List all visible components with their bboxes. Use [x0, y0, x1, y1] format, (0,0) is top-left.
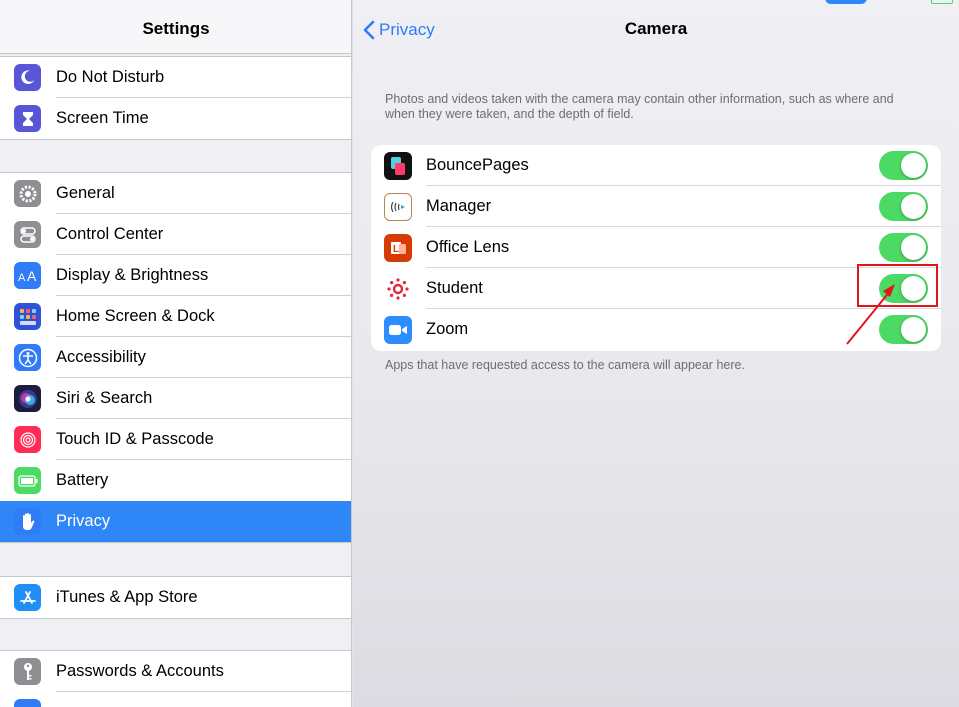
sidebar-item-battery[interactable]: Battery [0, 460, 351, 501]
mail-icon [14, 699, 41, 707]
sidebar-item-label: Do Not Disturb [56, 68, 165, 86]
list-item-office-lens: L Office Lens [371, 227, 941, 268]
fingerprint-icon [14, 426, 41, 453]
text-size-icon: AA [14, 262, 41, 289]
toggle-knob [901, 194, 926, 219]
sidebar-item-itunes-app-store[interactable]: iTunes & App Store [0, 577, 351, 618]
hourglass-icon [14, 105, 41, 132]
camera-info-note: Photos and videos taken with the camera … [385, 92, 894, 121]
sidebar-item-passwords-accounts[interactable]: Passwords & Accounts [0, 651, 351, 692]
sidebar-item-home-screen-dock[interactable]: Home Screen & Dock [0, 296, 351, 337]
status-indicator [825, 0, 867, 4]
sidebar-item-label: iTunes & App Store [56, 588, 198, 606]
app-store-icon [14, 584, 41, 611]
sidebar-item-touch-id-passcode[interactable]: Touch ID & Passcode [0, 419, 351, 460]
canvas-student-icon [384, 275, 412, 303]
sidebar-item-siri-search[interactable]: Siri & Search [0, 378, 351, 419]
group-divider [0, 618, 351, 619]
sidebar-item-label: Touch ID & Passcode [56, 430, 214, 448]
sidebar-item-label: General [56, 184, 115, 202]
sidebar-item-label: Passwords & Accounts [56, 662, 224, 680]
sidebar-item-partial[interactable] [0, 692, 351, 707]
app-grid-icon [14, 303, 41, 330]
status-battery-icon [931, 0, 953, 4]
camera-footer-note: Apps that have requested access to the c… [385, 358, 745, 372]
hand-icon [14, 508, 41, 535]
app-name: BouncePages [426, 156, 529, 174]
sidebar-item-label: Privacy [56, 512, 111, 530]
manager-icon [384, 193, 412, 221]
sidebar-item-screen-time[interactable]: Screen Time [0, 98, 351, 139]
bouncepages-icon [384, 152, 412, 180]
sidebar-item-general[interactable]: General [0, 173, 351, 214]
app-name: Student [426, 279, 483, 297]
camera-detail-pane: Privacy Camera Photos and videos taken w… [353, 0, 959, 707]
battery-icon [14, 467, 41, 494]
sidebar-item-privacy[interactable]: Privacy [0, 501, 351, 542]
app-name: Zoom [426, 320, 469, 338]
moon-icon [14, 64, 41, 91]
zoom-icon [384, 316, 412, 344]
accessibility-icon [14, 344, 41, 371]
gear-icon [14, 180, 41, 207]
annotation-arrow-icon [846, 284, 895, 345]
sidebar-item-control-center[interactable]: Control Center [0, 214, 351, 255]
sidebar-item-label: Control Center [56, 225, 164, 243]
key-icon [14, 658, 41, 685]
siri-icon [14, 385, 41, 412]
sidebar-item-label: Display & Brightness [56, 266, 209, 284]
sidebar-item-label: Screen Time [56, 109, 149, 127]
group-divider [0, 139, 351, 140]
list-item-manager: Manager [371, 186, 941, 227]
sidebar-title: Settings [142, 19, 210, 38]
camera-access-toggle-bouncepages[interactable] [879, 151, 928, 180]
sidebar-item-do-not-disturb[interactable]: Do Not Disturb [0, 57, 351, 98]
toggle-knob [901, 235, 926, 260]
sidebar-item-label: Siri & Search [56, 389, 153, 407]
settings-sidebar: Settings Do Not Disturb Screen Time Gene… [0, 0, 352, 707]
group-divider [0, 542, 351, 543]
svg-text:A: A [27, 269, 37, 283]
sidebar-item-display-brightness[interactable]: AA Display & Brightness [0, 255, 351, 296]
camera-access-toggle-manager[interactable] [879, 192, 928, 221]
camera-access-toggle-office-lens[interactable] [879, 233, 928, 262]
toggle-knob [901, 317, 926, 342]
sidebar-header: Settings [0, 0, 351, 54]
app-name: Manager [426, 197, 492, 215]
sidebar-item-label: Battery [56, 471, 109, 489]
office-lens-icon: L [384, 234, 412, 262]
sidebar-item-label: Accessibility [56, 348, 146, 366]
list-item-bouncepages: BouncePages [371, 145, 941, 186]
switches-icon [14, 221, 41, 248]
svg-text:A: A [18, 272, 26, 283]
app-name: Office Lens [426, 238, 510, 256]
sidebar-item-label: Home Screen & Dock [56, 307, 215, 325]
sidebar-item-accessibility[interactable]: Accessibility [0, 337, 351, 378]
toggle-knob [901, 153, 926, 178]
svg-text:L: L [393, 244, 399, 255]
page-title: Camera [624, 19, 688, 38]
